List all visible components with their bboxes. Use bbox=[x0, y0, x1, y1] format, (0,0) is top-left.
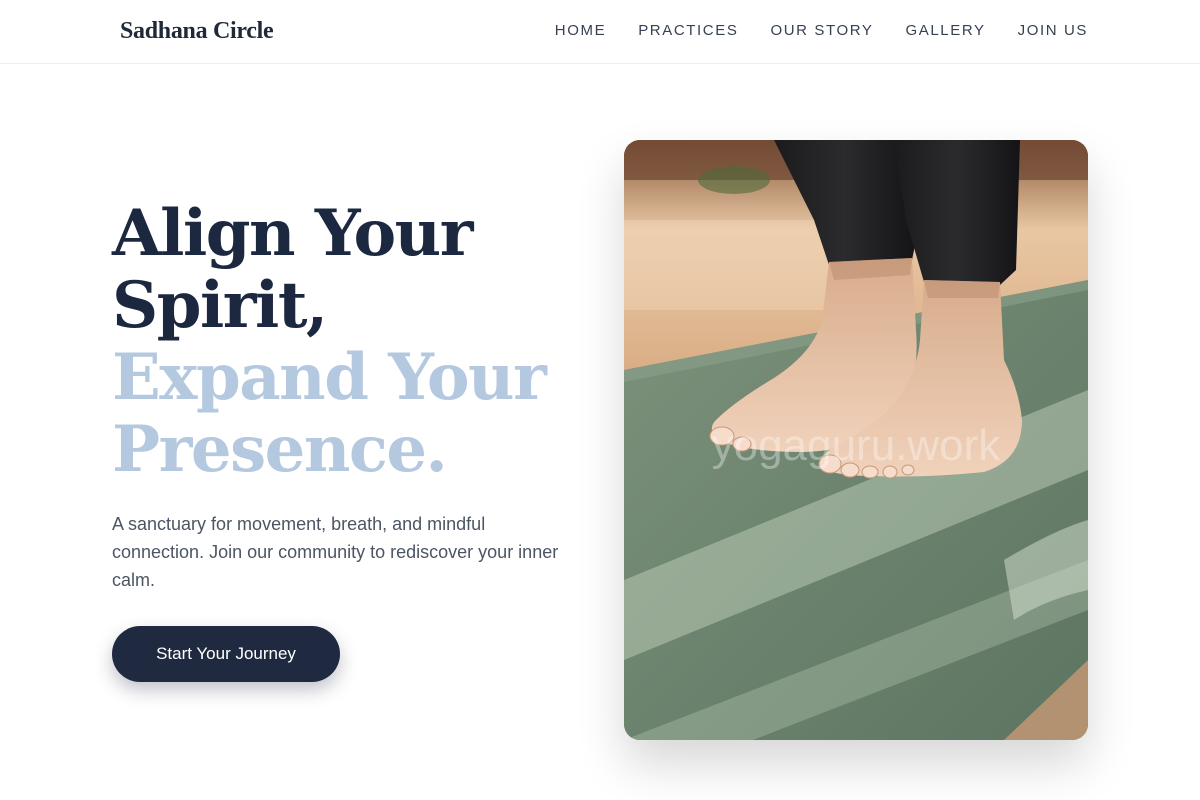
hero-title-line-1: Align Your bbox=[112, 196, 473, 271]
main-nav: HOME PRACTICES OUR STORY GALLERY JOIN US bbox=[555, 22, 1088, 39]
site-header: Sadhana Circle HOME PRACTICES OUR STORY … bbox=[0, 0, 1200, 64]
hero-title-line-2: Spirit, bbox=[112, 268, 328, 343]
nav-practices[interactable]: PRACTICES bbox=[638, 22, 738, 39]
hero-subtitle: A sanctuary for movement, breath, and mi… bbox=[112, 514, 559, 590]
start-journey-button[interactable]: Start Your Journey bbox=[112, 626, 340, 682]
image-watermark: yogaguru.work bbox=[712, 421, 1002, 470]
nav-join-us[interactable]: JOIN US bbox=[1018, 22, 1088, 39]
nav-home[interactable]: HOME bbox=[555, 22, 606, 39]
hero-title: Align Your Spirit, Expand Your Presence. bbox=[112, 196, 547, 487]
nav-our-story[interactable]: OUR STORY bbox=[770, 22, 873, 39]
hero-image: yogaguru.work bbox=[624, 140, 1088, 740]
site-logo[interactable]: Sadhana Circle bbox=[120, 18, 274, 45]
hero-title-line-3: Expand Your bbox=[112, 340, 547, 415]
nav-gallery[interactable]: GALLERY bbox=[905, 22, 985, 39]
hero-title-line-4: Presence. bbox=[112, 412, 448, 487]
yoga-feet-photo: yogaguru.work bbox=[624, 140, 1088, 740]
